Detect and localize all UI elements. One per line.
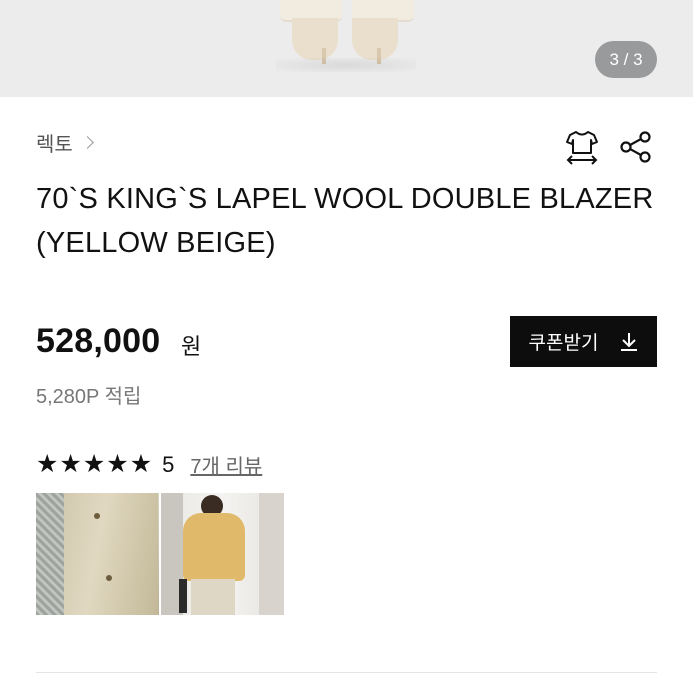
product-price: 528,000 (36, 322, 161, 360)
reward-points: 5,280P 적립 (36, 386, 142, 408)
section-divider (36, 672, 657, 673)
shoe-right (352, 18, 398, 60)
star-icon: ★ (129, 450, 153, 478)
photo-background (259, 493, 284, 615)
size-guide-button[interactable] (564, 128, 600, 166)
star-icon: ★ (106, 450, 129, 478)
review-count-link[interactable]: 7개 리뷰 (190, 450, 262, 479)
star-icon: ★ (82, 450, 106, 478)
product-title: 70`S KING`S LAPEL WOOL DOUBLE BLAZER (YE… (36, 183, 654, 259)
photo-button-detail (94, 513, 100, 519)
share-icon (620, 131, 651, 163)
photo-jacket (183, 513, 245, 581)
photo-button-detail (106, 575, 112, 581)
star-icon: ★ (36, 450, 59, 478)
photo-bag (179, 579, 187, 613)
review-photo-thumbnail[interactable] (36, 493, 159, 615)
review-photo-thumbnail[interactable] (161, 493, 284, 615)
price-currency: 원 (181, 334, 202, 359)
share-button[interactable] (618, 128, 654, 166)
chevron-right-icon (80, 136, 94, 149)
image-page-counter: 3 / 3 (595, 41, 657, 78)
product-image-gallery[interactable]: 3 / 3 (0, 0, 693, 97)
brand-name[interactable]: 렉토 (36, 128, 73, 157)
coupon-button-label: 쿠폰받기 (528, 333, 599, 354)
star-icon: ★ (59, 450, 82, 478)
photo-pants (191, 579, 235, 615)
brand-breadcrumb[interactable]: 렉토 (36, 128, 94, 157)
floor-shadow (276, 58, 416, 72)
coupon-download-button[interactable]: 쿠폰받기 (510, 316, 657, 367)
shirt-size-icon (566, 131, 598, 165)
rating-score: 5 (162, 451, 175, 477)
photo-knit (36, 493, 64, 615)
shoe-left (292, 18, 338, 60)
download-icon (621, 332, 638, 351)
photo-fabric (58, 493, 158, 615)
star-rating: ★ ★ ★ ★ ★ (36, 452, 152, 477)
rating-summary: ★ ★ ★ ★ ★ 5 7개 리뷰 (36, 450, 262, 479)
